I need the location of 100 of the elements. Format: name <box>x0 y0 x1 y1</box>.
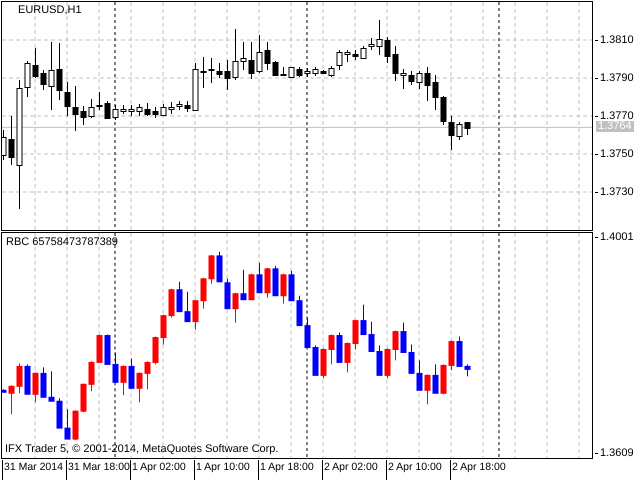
time-label: 2 Apr 10:00 <box>386 460 450 480</box>
candle <box>464 364 470 377</box>
candle <box>432 74 438 110</box>
candle <box>8 116 14 166</box>
current-price-tag: 1.3764 <box>596 121 634 132</box>
price-label: 1.3790 <box>595 72 640 84</box>
candle <box>288 66 294 78</box>
candle <box>112 104 118 120</box>
candle <box>392 330 398 361</box>
candle <box>40 366 46 398</box>
candle <box>72 410 78 441</box>
candle <box>96 334 102 363</box>
time-label: 31 Mar 2014 <box>2 460 66 480</box>
candle <box>56 398 62 429</box>
candle <box>248 42 254 80</box>
candle <box>440 364 446 395</box>
candle <box>344 50 350 62</box>
candle <box>136 104 142 116</box>
time-label: 1 Apr 02:00 <box>130 460 194 480</box>
candle <box>216 251 222 282</box>
candle <box>112 352 118 383</box>
candle <box>416 360 422 391</box>
candle <box>368 321 374 352</box>
price-label: 1.3750 <box>595 148 640 160</box>
candle <box>408 344 414 374</box>
candle <box>88 360 94 392</box>
candle <box>448 116 454 150</box>
candle <box>80 106 86 126</box>
candle <box>256 262 262 294</box>
candle <box>32 372 38 403</box>
candle <box>408 70 414 86</box>
candle <box>448 340 454 371</box>
candle <box>192 62 198 111</box>
candle <box>64 82 70 116</box>
candle <box>8 384 14 415</box>
price-label: 1.3609 <box>595 447 640 459</box>
candle <box>120 364 126 396</box>
candle <box>328 66 334 78</box>
candle <box>152 336 158 365</box>
candle <box>376 345 382 376</box>
candle <box>200 277 206 310</box>
candle <box>24 364 30 395</box>
candle <box>48 42 54 110</box>
candle <box>296 66 302 78</box>
candle <box>216 62 222 78</box>
time-label: 2 Apr 02:00 <box>322 460 386 480</box>
candle <box>176 100 182 110</box>
candle <box>352 319 358 350</box>
time-label: 31 Mar 18:00 <box>66 460 130 480</box>
candle <box>432 364 438 394</box>
candle <box>440 96 446 126</box>
candle <box>104 100 110 119</box>
candle <box>128 358 134 389</box>
candle <box>128 104 134 116</box>
candle <box>344 342 350 373</box>
candle <box>456 336 462 367</box>
candle <box>120 104 126 114</box>
candle <box>232 292 238 324</box>
candle <box>392 46 398 82</box>
candle <box>312 345 318 376</box>
candle <box>384 348 390 379</box>
candle <box>456 122 462 140</box>
time-label: 1 Apr 18:00 <box>258 460 322 480</box>
candle <box>304 68 310 78</box>
candle <box>200 56 206 88</box>
candle <box>464 122 470 136</box>
candle <box>424 66 430 102</box>
candle <box>264 267 270 298</box>
candle <box>424 374 430 405</box>
candle <box>248 273 254 300</box>
candle <box>320 70 326 74</box>
candle <box>168 288 174 318</box>
time-label: 2 Apr 18:00 <box>450 460 514 480</box>
candle <box>144 102 150 116</box>
candle <box>288 270 294 302</box>
candle <box>416 70 422 90</box>
candle <box>400 68 406 90</box>
candle <box>272 265 278 296</box>
candle <box>304 317 310 348</box>
candle <box>360 304 366 336</box>
candle <box>384 36 390 64</box>
candle <box>144 360 150 390</box>
candle <box>192 299 198 330</box>
candle <box>328 334 334 365</box>
candle <box>240 269 246 300</box>
candle <box>208 254 214 284</box>
price-label: 1.3810 <box>595 34 640 46</box>
candle <box>168 102 174 114</box>
price-label: 1.4001 <box>595 231 640 243</box>
candle <box>88 98 94 118</box>
candle <box>272 60 278 76</box>
candle <box>256 34 262 74</box>
candle <box>184 100 190 112</box>
candle <box>240 42 246 70</box>
candle <box>376 20 382 56</box>
candle <box>104 334 110 365</box>
candle <box>32 48 38 78</box>
candle <box>96 92 102 110</box>
candle <box>160 314 166 345</box>
candle <box>232 28 238 80</box>
